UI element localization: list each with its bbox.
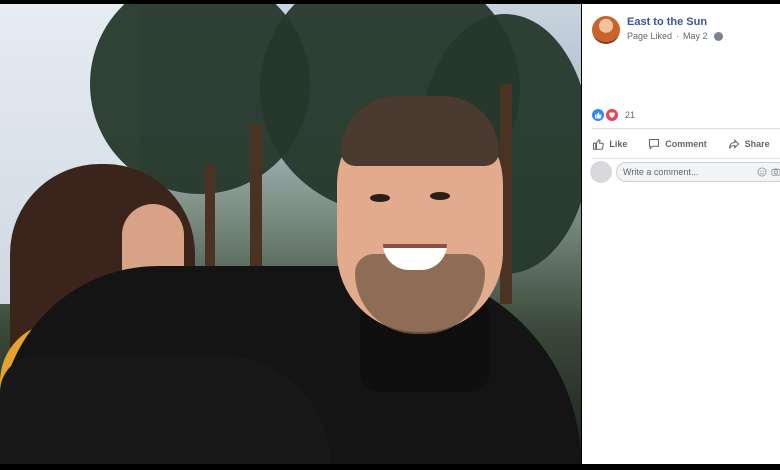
share-arrow-icon <box>728 138 739 150</box>
page-avatar[interactable] <box>592 16 620 44</box>
meta-separator: · <box>676 31 680 41</box>
reaction-count: 21 <box>625 110 636 120</box>
divider <box>592 158 780 159</box>
divider <box>592 128 780 129</box>
like-button[interactable]: Like <box>592 138 627 150</box>
thumbs-up-icon <box>593 139 605 150</box>
speech-bubble-icon <box>649 138 660 150</box>
emoji-icon[interactable] <box>757 167 767 177</box>
comment-label: Comment <box>665 139 707 149</box>
user-avatar <box>590 161 612 183</box>
post-side-panel: East to the Sun Page Liked · May 2 21 Li… <box>582 4 780 464</box>
photo-man-eye <box>430 192 450 200</box>
love-reaction-icon <box>605 108 619 122</box>
post-photo[interactable] <box>0 4 581 464</box>
globe-icon <box>713 31 723 41</box>
post-action-bar: Like Comment Share <box>582 131 780 157</box>
comment-icons <box>757 167 780 177</box>
like-label: Like <box>609 139 628 149</box>
photo-man-eye <box>370 194 390 202</box>
comment-placeholder: Write a comment... <box>623 167 699 177</box>
page-liked-status: Page Liked <box>627 31 673 41</box>
like-reaction-icon <box>592 109 604 121</box>
comment-composer: Write a comment... <box>590 161 780 183</box>
camera-icon[interactable] <box>771 167 780 177</box>
post-date[interactable]: May 2 <box>683 31 708 41</box>
comment-button[interactable]: Comment <box>648 138 707 150</box>
share-button[interactable]: Share <box>728 138 770 150</box>
page-name-link[interactable]: East to the Sun <box>627 16 707 28</box>
photo-man-hair <box>341 96 499 166</box>
share-label: Share <box>744 139 770 149</box>
comment-input[interactable]: Write a comment... <box>616 162 780 182</box>
post-meta: Page Liked · May 2 <box>627 31 723 41</box>
reactions-summary[interactable]: 21 <box>592 108 635 122</box>
